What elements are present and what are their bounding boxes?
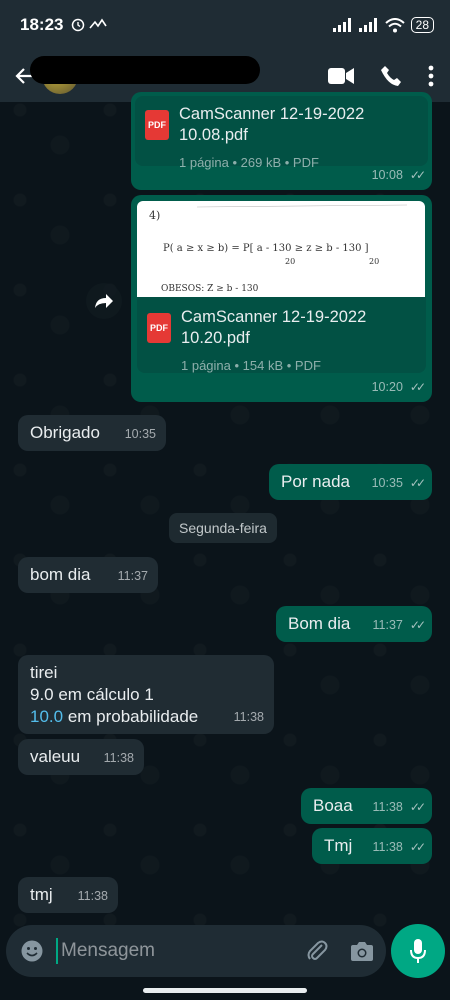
message-meta: 10:20 ✓✓ — [371, 376, 426, 398]
more-options-button[interactable] — [428, 65, 434, 87]
document-message[interactable]: PDF CamScanner 12-19-2022 10.08.pdf 1 pá… — [131, 92, 432, 190]
message-meta: 10:35 ✓✓ — [372, 472, 426, 494]
message-meta: 10:35 — [124, 427, 156, 441]
outgoing-message[interactable]: Boaa 11:38 ✓✓ — [301, 788, 432, 824]
vpn-key-icon — [89, 18, 108, 29]
message-text-line: tirei — [30, 663, 58, 682]
emoji-icon — [21, 940, 43, 962]
message-text-line: 9.0 em cálculo 1 — [30, 685, 154, 704]
pdf-icon: PDF — [147, 313, 171, 343]
incoming-message[interactable]: bom dia 11:37 — [18, 557, 158, 593]
document-message[interactable]: 4) P( a ≥ x ≥ b) = P[ a - 130 ≥ z ≥ b - … — [131, 195, 432, 402]
read-ticks-icon: ✓✓ — [409, 168, 426, 182]
outgoing-message[interactable]: Tmj 11:38 ✓✓ — [312, 828, 432, 864]
message-meta: 10:08 ✓✓ — [371, 164, 426, 186]
forward-button[interactable] — [86, 283, 122, 319]
pdf-icon: PDF — [145, 110, 169, 140]
camera-icon — [351, 942, 373, 961]
message-time: 10:20 — [371, 380, 403, 394]
message-input[interactable] — [56, 938, 306, 964]
preview-line-2: P( a ≥ x ≥ b) = P[ a - 130 ≥ z ≥ b - 130… — [163, 243, 369, 254]
emoji-button[interactable] — [20, 939, 44, 963]
document-info: 1 página • 269 kB • PDF — [179, 155, 319, 170]
battery-indicator: 28 — [410, 17, 434, 33]
video-call-button[interactable] — [328, 67, 354, 85]
video-call-icon — [328, 68, 354, 84]
incoming-message[interactable]: tmj 11:38 — [18, 877, 118, 913]
message-meta: 11:38 — [233, 710, 264, 724]
read-ticks-icon: ✓✓ — [409, 476, 426, 490]
status-notification-icons — [71, 18, 108, 32]
message-meta: 11:38 — [77, 889, 108, 903]
signal-icon-2 — [358, 18, 377, 32]
handwritten-math-preview: 4) P( a ≥ x ≥ b) = P[ a - 130 ≥ z ≥ b - … — [149, 204, 408, 294]
preview-denominator-1: 20 — [285, 257, 295, 266]
status-system-icons: 28 — [332, 17, 434, 33]
preview-denominator-2: 20 — [369, 257, 379, 266]
message-text: Boaa — [313, 796, 353, 815]
message-text: tmj — [30, 885, 53, 904]
signal-icon — [332, 18, 351, 32]
clock-icon — [72, 18, 85, 32]
document-name: CamScanner 12-19-2022 10.20.pdf — [181, 308, 367, 347]
incoming-message[interactable]: valeuu 11:38 — [18, 739, 144, 775]
message-text: Bom dia — [288, 614, 351, 633]
document-card[interactable]: PDF CamScanner 12-19-2022 10.20.pdf 1 pá… — [137, 297, 426, 373]
document-info: 1 página • 154 kB • PDF — [181, 358, 321, 373]
microphone-icon — [410, 939, 426, 963]
more-vert-icon — [428, 65, 434, 87]
voice-call-button[interactable] — [380, 65, 402, 87]
outgoing-message[interactable]: Bom dia 11:37 ✓✓ — [276, 606, 432, 642]
voice-message-button[interactable] — [391, 924, 445, 978]
redaction-bar — [30, 56, 260, 84]
preview-line-1: 4) — [149, 209, 160, 222]
attach-button[interactable] — [306, 939, 328, 963]
message-text: Por nada — [281, 472, 350, 491]
read-ticks-icon: ✓✓ — [409, 800, 426, 814]
message-text-line: 10.0 em probabilidade — [30, 707, 199, 726]
paperclip-icon — [307, 940, 328, 960]
forward-icon — [95, 294, 113, 308]
message-text: valeuu — [30, 747, 81, 766]
outgoing-message[interactable]: Por nada 10:35 ✓✓ — [269, 464, 432, 500]
message-meta: 11:38 ✓✓ — [373, 836, 427, 858]
message-composer — [6, 925, 386, 977]
incoming-message[interactable]: tirei 9.0 em cálculo 1 10.0 em probabili… — [18, 655, 274, 734]
message-text: Tmj — [324, 836, 353, 855]
read-ticks-icon: ✓✓ — [409, 380, 426, 394]
document-name: CamScanner 12-19-2022 10.08.pdf — [179, 105, 365, 144]
status-bar: 18:23 28 — [0, 0, 450, 50]
message-text: bom dia — [30, 565, 91, 584]
wifi-icon — [384, 17, 405, 32]
message-meta: 11:37 ✓✓ — [373, 614, 427, 636]
message-text: Obrigado — [30, 423, 100, 442]
read-ticks-icon: ✓✓ — [409, 618, 426, 632]
phone-icon — [381, 66, 401, 86]
phone-number-link[interactable]: 10.0 — [30, 707, 63, 726]
camera-button[interactable] — [350, 940, 374, 962]
message-time: 10:08 — [371, 168, 403, 182]
read-ticks-icon: ✓✓ — [409, 840, 426, 854]
message-meta: 11:38 ✓✓ — [373, 796, 427, 818]
document-card[interactable]: PDF CamScanner 12-19-2022 10.08.pdf 1 pá… — [135, 96, 428, 170]
day-separator: Segunda-feira — [169, 513, 277, 543]
status-time: 18:23 — [20, 15, 64, 34]
message-meta: 11:38 — [103, 751, 134, 765]
document-preview[interactable]: 4) P( a ≥ x ≥ b) = P[ a - 130 ≥ z ≥ b - … — [137, 201, 425, 297]
incoming-message[interactable]: Obrigado 10:35 — [18, 415, 166, 451]
message-meta: 11:37 — [117, 569, 148, 583]
home-indicator[interactable] — [143, 988, 307, 993]
preview-line-3: OBESOS: Z ≥ b - 130 — [161, 284, 259, 294]
